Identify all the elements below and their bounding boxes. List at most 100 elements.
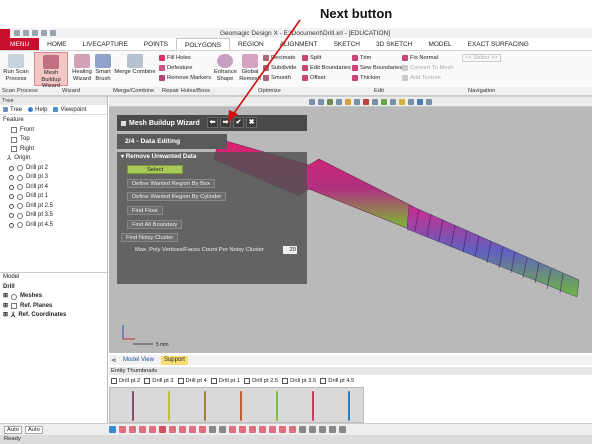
expand-icon[interactable]: ⊞: [3, 311, 8, 321]
trim-button[interactable]: Trim: [352, 54, 371, 62]
find-all-boundary-button[interactable]: Find All Boundary: [127, 220, 183, 229]
entity-checkbox[interactable]: Drill pt 3.5: [282, 378, 316, 384]
tree-item-top[interactable]: Top: [3, 135, 107, 145]
visibility-icon[interactable]: [9, 184, 14, 190]
entity-checkbox[interactable]: Drill pt 4.5: [320, 378, 354, 384]
merge-combine-button[interactable]: Merge Combine: [113, 54, 157, 76]
expand-icon[interactable]: ⊞: [3, 302, 8, 312]
decimate-button[interactable]: Decimate: [263, 54, 295, 62]
filter-tool-icon[interactable]: [118, 426, 126, 433]
visibility-icon[interactable]: [9, 213, 14, 219]
cancel-button[interactable]: ✖: [246, 117, 257, 128]
enhance-shape-button[interactable]: Enhance Shape: [214, 54, 237, 82]
model-root[interactable]: Drill: [3, 283, 107, 293]
filter-tool-icon[interactable]: [268, 426, 276, 433]
tree-item-drill-pt-4-5[interactable]: Drill pt 4.5: [3, 221, 107, 231]
thumbnail-drill[interactable]: [240, 391, 242, 421]
filter-tool-icon[interactable]: [218, 426, 226, 433]
open-file-icon[interactable]: [23, 30, 29, 36]
run-scan-process-button[interactable]: Run Scan Process: [2, 54, 30, 82]
healing-wizard-button[interactable]: Healing Wizard: [70, 54, 94, 82]
max-poly-input[interactable]: 20: [283, 246, 297, 254]
ok-button[interactable]: ✔: [233, 117, 244, 128]
find-floor-button[interactable]: Find Floor: [127, 206, 164, 215]
entity-checkbox[interactable]: Drill pt 1: [210, 378, 240, 384]
thumbnail-drill[interactable]: [312, 391, 314, 421]
tab-3d-sketch[interactable]: 3D SKETCH: [368, 38, 420, 50]
filter-tool-icon[interactable]: [228, 426, 236, 433]
define-region-cylinder-button[interactable]: Define Wanted Region By Cylinder: [127, 192, 227, 201]
convert-to-mesh-button[interactable]: Convert To Mesh: [402, 64, 454, 72]
filter-tool-icon[interactable]: [188, 426, 196, 433]
filter-tool-icon[interactable]: [238, 426, 246, 433]
thumbnail-drill[interactable]: [204, 391, 206, 421]
filter-tool-icon[interactable]: [138, 426, 146, 433]
tree-item-origin[interactable]: ⅄ Origin: [3, 154, 107, 164]
find-noisy-cluster-button[interactable]: Find Noisy Cluster: [121, 233, 179, 242]
tree-item-front[interactable]: Front: [3, 126, 107, 136]
redo-icon[interactable]: [50, 30, 56, 36]
thicken-button[interactable]: Thicken: [352, 74, 380, 82]
fill-holes-button[interactable]: Fill Holes: [159, 54, 191, 62]
next-button[interactable]: ➡: [220, 117, 231, 128]
filter-tool-icon[interactable]: [338, 426, 346, 433]
undo-icon[interactable]: [41, 30, 47, 36]
mesh-buildup-wizard-button[interactable]: Mesh Buildup Wizard: [34, 52, 68, 89]
tree-item-drill-pt-4[interactable]: Drill pt 4: [3, 183, 107, 193]
filter-tool-icon[interactable]: [168, 426, 176, 433]
filter-tool-icon[interactable]: [198, 426, 206, 433]
filter-tool-icon[interactable]: [178, 426, 186, 433]
model-item-meshes[interactable]: ⊞ Meshes: [3, 292, 107, 302]
entity-checkbox[interactable]: Drill pt 2.5: [244, 378, 278, 384]
visibility-icon[interactable]: [9, 165, 14, 171]
offset-button[interactable]: Offset: [302, 74, 325, 82]
smooth-button[interactable]: Smooth: [263, 74, 291, 82]
entity-checkbox[interactable]: Drill pt 3: [144, 378, 174, 384]
tab-exact-surfacing[interactable]: EXACT SURFACING: [460, 38, 537, 50]
tree-item-drill-pt-3[interactable]: Drill pt 3: [3, 173, 107, 183]
tree-item-drill-pt-1[interactable]: Drill pt 1: [3, 192, 107, 202]
model-item-ref-coordinates[interactable]: ⊞ ⅄ Ref. Coordinates: [3, 311, 107, 321]
split-button[interactable]: Split: [302, 54, 321, 62]
global-remesh-button[interactable]: Global Remesh: [238, 54, 262, 82]
filter-tool-icon[interactable]: [278, 426, 286, 433]
filter-tool-icon[interactable]: [128, 426, 136, 433]
entity-checkbox[interactable]: Drill pt 4: [177, 378, 207, 384]
visibility-icon[interactable]: [9, 203, 14, 209]
tab-viewpoint[interactable]: Viewpoint: [53, 107, 86, 113]
select-button[interactable]: Select: [127, 165, 183, 174]
tab-support[interactable]: Support: [160, 355, 188, 365]
visibility-icon[interactable]: [9, 222, 14, 228]
sew-boundaries-button[interactable]: Sew Boundaries: [352, 64, 402, 72]
tab-menu[interactable]: MENU: [0, 38, 40, 50]
tab-model[interactable]: MODEL: [420, 38, 459, 50]
tree-item-drill-pt-2-5[interactable]: Drill pt 2.5: [3, 202, 107, 212]
tab-polygons[interactable]: POLYGONS: [176, 38, 231, 50]
select-tool-icon[interactable]: [108, 426, 116, 433]
tab-points[interactable]: POINTS: [136, 38, 176, 50]
tab-home[interactable]: HOME: [39, 38, 75, 50]
tab-alignment[interactable]: ALIGNMENT: [272, 38, 326, 50]
visibility-icon[interactable]: [9, 175, 14, 181]
filter-tool-icon[interactable]: [148, 426, 156, 433]
tab-region[interactable]: REGION: [230, 38, 272, 50]
filter-tool-icon[interactable]: [328, 426, 336, 433]
filter-tool-icon[interactable]: [258, 426, 266, 433]
expand-icon[interactable]: ⊞: [3, 292, 8, 302]
defeature-button[interactable]: Defeature: [159, 64, 192, 72]
filter-tool-icon[interactable]: [308, 426, 316, 433]
navigation-select[interactable]: << Select >>: [462, 54, 501, 62]
thumbnail-drill[interactable]: [168, 391, 170, 421]
model-item-ref-planes[interactable]: ⊞ Ref. Planes: [3, 302, 107, 312]
filter-tool-icon[interactable]: [248, 426, 256, 433]
new-file-icon[interactable]: [14, 30, 20, 36]
define-region-box-button[interactable]: Define Wanted Region By Box: [127, 179, 216, 188]
auto-select-1[interactable]: Auto: [4, 425, 22, 434]
thumbnail-drill[interactable]: [276, 391, 278, 421]
fix-normal-button[interactable]: Fix Normal: [402, 54, 438, 62]
tab-model-view[interactable]: Model View: [120, 356, 157, 365]
subdivide-button[interactable]: Subdivide: [263, 64, 296, 72]
tree-item-right[interactable]: Right: [3, 145, 107, 155]
tab-tree[interactable]: Tree: [3, 107, 22, 113]
tab-help[interactable]: Help: [28, 107, 47, 113]
